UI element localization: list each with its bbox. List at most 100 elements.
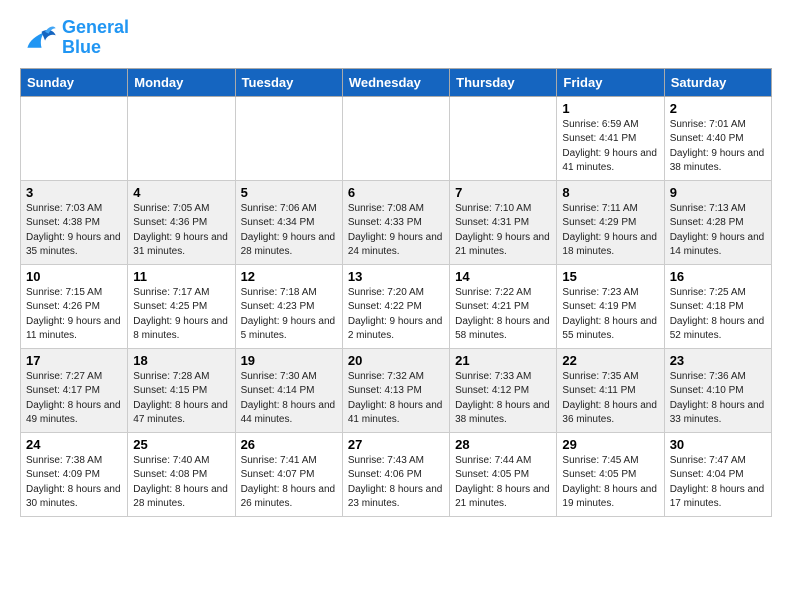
day-info: Sunrise: 7:36 AM Sunset: 4:10 PM Dayligh… [670, 370, 766, 428]
calendar-cell [21, 96, 128, 180]
day-number: 15 [562, 269, 658, 284]
logo: General Blue [20, 18, 129, 58]
calendar-cell: 20 Sunrise: 7:32 AM Sunset: 4:13 PM Dayli… [342, 348, 449, 432]
day-number: 24 [26, 437, 122, 452]
day-number: 14 [455, 269, 551, 284]
calendar-week-row: 3 Sunrise: 7:03 AM Sunset: 4:38 PM Daylig… [21, 180, 772, 264]
day-number: 12 [241, 269, 337, 284]
calendar-cell: 8 Sunrise: 7:11 AM Sunset: 4:29 PM Daylig… [557, 180, 664, 264]
calendar-body: 1 Sunrise: 6:59 AM Sunset: 4:41 PM Daylig… [21, 96, 772, 516]
calendar-header: SundayMondayTuesdayWednesdayThursdayFrid… [21, 68, 772, 96]
day-number: 19 [241, 353, 337, 368]
day-info: Sunrise: 7:17 AM Sunset: 4:25 PM Dayligh… [133, 286, 229, 344]
calendar-week-row: 10 Sunrise: 7:15 AM Sunset: 4:26 PM Dayli… [21, 264, 772, 348]
day-info: Sunrise: 7:45 AM Sunset: 4:05 PM Dayligh… [562, 454, 658, 512]
calendar-week-row: 17 Sunrise: 7:27 AM Sunset: 4:17 PM Dayli… [21, 348, 772, 432]
calendar-cell [128, 96, 235, 180]
day-info: Sunrise: 7:03 AM Sunset: 4:38 PM Dayligh… [26, 202, 122, 260]
day-info: Sunrise: 7:44 AM Sunset: 4:05 PM Dayligh… [455, 454, 551, 512]
day-number: 7 [455, 185, 551, 200]
calendar-cell: 3 Sunrise: 7:03 AM Sunset: 4:38 PM Daylig… [21, 180, 128, 264]
day-number: 16 [670, 269, 766, 284]
day-info: Sunrise: 7:41 AM Sunset: 4:07 PM Dayligh… [241, 454, 337, 512]
day-info: Sunrise: 7:33 AM Sunset: 4:12 PM Dayligh… [455, 370, 551, 428]
calendar-cell: 25Sunrise: 7:40 AM Sunset: 4:08 PM Dayli… [128, 432, 235, 516]
calendar-cell: 17 Sunrise: 7:27 AM Sunset: 4:17 PM Dayli… [21, 348, 128, 432]
day-number: 2 [670, 101, 766, 116]
day-number: 6 [348, 185, 444, 200]
calendar-cell [450, 96, 557, 180]
weekday-header: Wednesday [342, 68, 449, 96]
calendar-cell [235, 96, 342, 180]
calendar-cell: 29 Sunrise: 7:45 AM Sunset: 4:05 PM Dayli… [557, 432, 664, 516]
day-number: 3 [26, 185, 122, 200]
calendar-cell: 9 Sunrise: 7:13 AM Sunset: 4:28 PM Daylig… [664, 180, 771, 264]
day-number: 8 [562, 185, 658, 200]
day-number: 18 [133, 353, 229, 368]
calendar-cell: 16 Sunrise: 7:25 AM Sunset: 4:18 PM Dayli… [664, 264, 771, 348]
day-info: Sunrise: 7:08 AM Sunset: 4:33 PM Dayligh… [348, 202, 444, 260]
weekday-header: Sunday [21, 68, 128, 96]
weekday-header: Friday [557, 68, 664, 96]
day-info: Sunrise: 6:59 AM Sunset: 4:41 PM Dayligh… [562, 118, 658, 176]
day-info: Sunrise: 7:18 AM Sunset: 4:23 PM Dayligh… [241, 286, 337, 344]
weekday-header: Monday [128, 68, 235, 96]
calendar-wrapper: SundayMondayTuesdayWednesdayThursdayFrid… [0, 68, 792, 527]
calendar-cell: 22 Sunrise: 7:35 AM Sunset: 4:11 PM Dayli… [557, 348, 664, 432]
day-info: Sunrise: 7:30 AM Sunset: 4:14 PM Dayligh… [241, 370, 337, 428]
day-number: 5 [241, 185, 337, 200]
calendar-cell: 12 Sunrise: 7:18 AM Sunset: 4:23 PM Dayli… [235, 264, 342, 348]
calendar-cell: 18 Sunrise: 7:28 AM Sunset: 4:15 PM Dayli… [128, 348, 235, 432]
calendar-cell: 28 Sunrise: 7:44 AM Sunset: 4:05 PM Dayli… [450, 432, 557, 516]
day-number: 30 [670, 437, 766, 452]
weekday-header: Saturday [664, 68, 771, 96]
day-info: Sunrise: 7:11 AM Sunset: 4:29 PM Dayligh… [562, 202, 658, 260]
day-number: 1 [562, 101, 658, 116]
day-info: Sunrise: 7:20 AM Sunset: 4:22 PM Dayligh… [348, 286, 444, 344]
day-number: 4 [133, 185, 229, 200]
calendar-cell: 7 Sunrise: 7:10 AM Sunset: 4:31 PM Daylig… [450, 180, 557, 264]
day-info: Sunrise: 7:35 AM Sunset: 4:11 PM Dayligh… [562, 370, 658, 428]
weekday-header: Tuesday [235, 68, 342, 96]
calendar-cell: 26 Sunrise: 7:41 AM Sunset: 4:07 PM Dayli… [235, 432, 342, 516]
day-info: Sunrise: 7:06 AM Sunset: 4:34 PM Dayligh… [241, 202, 337, 260]
calendar-cell: 23Sunrise: 7:36 AM Sunset: 4:10 PM Dayli… [664, 348, 771, 432]
day-number: 10 [26, 269, 122, 284]
calendar-cell: 27Sunrise: 7:43 AM Sunset: 4:06 PM Dayli… [342, 432, 449, 516]
calendar-cell: 19 Sunrise: 7:30 AM Sunset: 4:14 PM Dayli… [235, 348, 342, 432]
calendar-cell: 10 Sunrise: 7:15 AM Sunset: 4:26 PM Dayli… [21, 264, 128, 348]
day-number: 28 [455, 437, 551, 452]
calendar-cell [342, 96, 449, 180]
calendar-cell: 14 Sunrise: 7:22 AM Sunset: 4:21 PM Dayli… [450, 264, 557, 348]
calendar-cell: 11Sunrise: 7:17 AM Sunset: 4:25 PM Dayli… [128, 264, 235, 348]
day-info: Sunrise: 7:40 AM Sunset: 4:08 PM Dayligh… [133, 454, 229, 512]
logo-icon [20, 23, 56, 53]
day-number: 26 [241, 437, 337, 452]
page-header: General Blue [0, 0, 792, 68]
calendar-week-row: 24Sunrise: 7:38 AM Sunset: 4:09 PM Dayli… [21, 432, 772, 516]
day-info: Sunrise: 7:32 AM Sunset: 4:13 PM Dayligh… [348, 370, 444, 428]
day-info: Sunrise: 7:23 AM Sunset: 4:19 PM Dayligh… [562, 286, 658, 344]
day-info: Sunrise: 7:13 AM Sunset: 4:28 PM Dayligh… [670, 202, 766, 260]
calendar-cell: 5 Sunrise: 7:06 AM Sunset: 4:34 PM Daylig… [235, 180, 342, 264]
calendar-cell: 2Sunrise: 7:01 AM Sunset: 4:40 PM Daylig… [664, 96, 771, 180]
calendar-cell: 13 Sunrise: 7:20 AM Sunset: 4:22 PM Dayli… [342, 264, 449, 348]
day-number: 29 [562, 437, 658, 452]
calendar-cell: 30 Sunrise: 7:47 AM Sunset: 4:04 PM Dayli… [664, 432, 771, 516]
day-number: 9 [670, 185, 766, 200]
day-info: Sunrise: 7:10 AM Sunset: 4:31 PM Dayligh… [455, 202, 551, 260]
day-info: Sunrise: 7:27 AM Sunset: 4:17 PM Dayligh… [26, 370, 122, 428]
day-info: Sunrise: 7:47 AM Sunset: 4:04 PM Dayligh… [670, 454, 766, 512]
day-number: 20 [348, 353, 444, 368]
calendar-cell: 15 Sunrise: 7:23 AM Sunset: 4:19 PM Dayli… [557, 264, 664, 348]
day-info: Sunrise: 7:25 AM Sunset: 4:18 PM Dayligh… [670, 286, 766, 344]
calendar-week-row: 1 Sunrise: 6:59 AM Sunset: 4:41 PM Daylig… [21, 96, 772, 180]
day-info: Sunrise: 7:22 AM Sunset: 4:21 PM Dayligh… [455, 286, 551, 344]
day-number: 22 [562, 353, 658, 368]
day-info: Sunrise: 7:15 AM Sunset: 4:26 PM Dayligh… [26, 286, 122, 344]
calendar-table: SundayMondayTuesdayWednesdayThursdayFrid… [20, 68, 772, 517]
day-info: Sunrise: 7:28 AM Sunset: 4:15 PM Dayligh… [133, 370, 229, 428]
calendar-cell: 1 Sunrise: 6:59 AM Sunset: 4:41 PM Daylig… [557, 96, 664, 180]
day-number: 17 [26, 353, 122, 368]
day-number: 13 [348, 269, 444, 284]
